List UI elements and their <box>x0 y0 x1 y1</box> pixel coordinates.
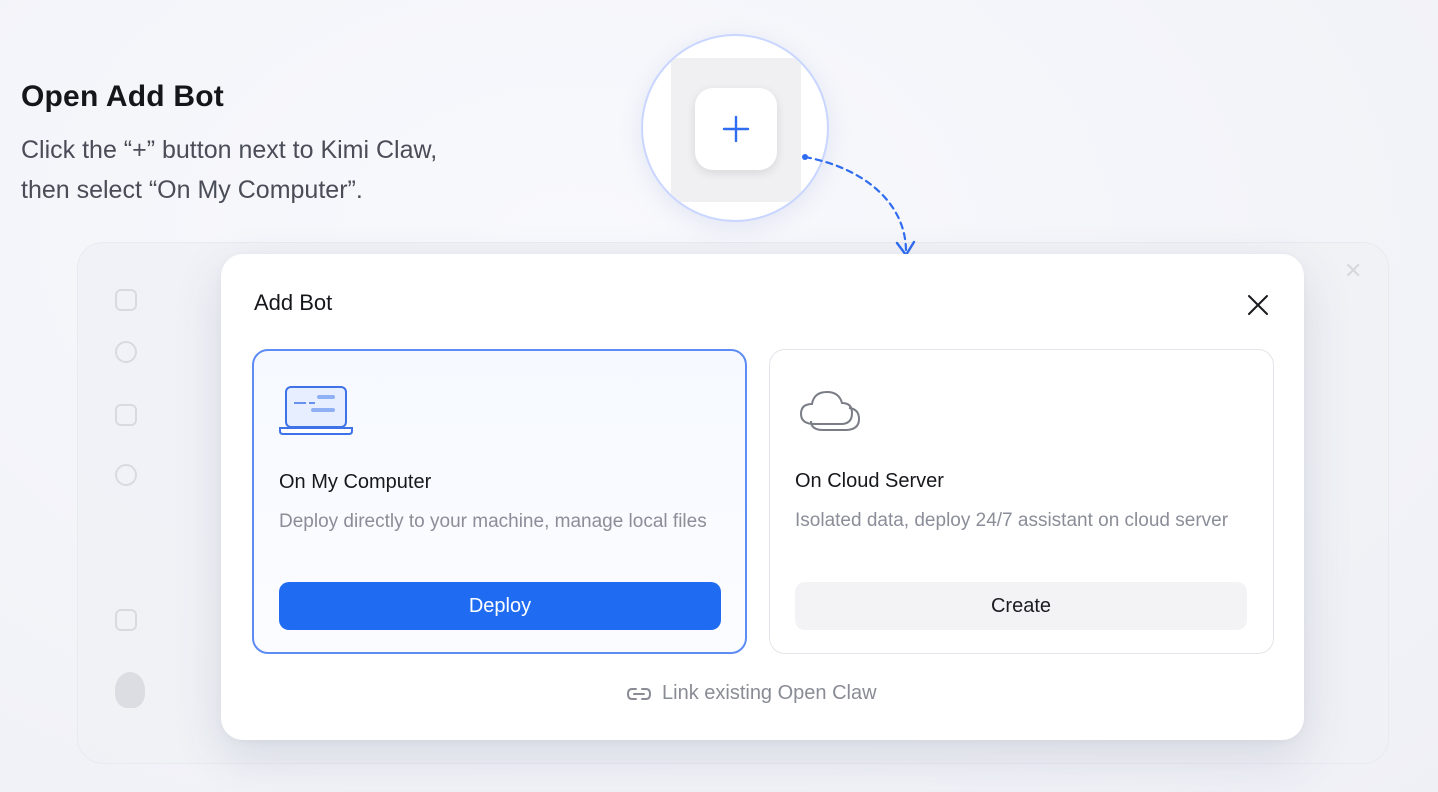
cloud-icon <box>795 384 867 441</box>
deploy-button[interactable]: Deploy <box>279 582 721 630</box>
link-label: Link existing Open Claw <box>662 682 877 704</box>
instruction-title: Open Add Bot <box>21 80 224 113</box>
ghost-sidebar-item <box>115 403 157 426</box>
card-title: On My Computer <box>279 471 432 493</box>
plus-icon <box>722 115 750 143</box>
card-description: Deploy directly to your machine, manage … <box>279 511 707 532</box>
tutorial-stage: Open Add Bot Click the “+” button next t… <box>0 0 1438 792</box>
instruction-description: Click the “+” button next to Kimi Claw, … <box>21 130 541 210</box>
card-title: On Cloud Server <box>795 470 944 492</box>
modal-title: Add Bot <box>254 290 333 315</box>
ghost-sidebar-item <box>115 340 157 363</box>
add-bot-plus-button[interactable] <box>695 88 777 170</box>
close-icon <box>1248 295 1268 315</box>
on-my-computer-card[interactable]: On My Computer Deploy directly to your m… <box>252 349 747 654</box>
add-bot-modal: Add Bot On My Computer Deploy directly t… <box>221 254 1304 740</box>
laptop-icon <box>279 385 355 442</box>
ghost-user-avatar <box>115 672 167 708</box>
ghost-sidebar-item <box>115 608 157 631</box>
close-button[interactable] <box>1243 290 1273 320</box>
on-cloud-server-card[interactable]: On Cloud Server Isolated data, deploy 24… <box>769 349 1274 654</box>
instruction-line-2: then select “On My Computer”. <box>21 176 363 204</box>
instruction-line-1: Click the “+” button next to Kimi Claw, <box>21 136 438 164</box>
background-close-icon: ✕ <box>1344 258 1363 283</box>
create-button[interactable]: Create <box>795 582 1247 630</box>
ghost-sidebar-item <box>115 288 157 311</box>
link-icon <box>626 687 652 700</box>
dashed-arrow-icon <box>802 154 916 257</box>
card-description: Isolated data, deploy 24/7 assistant on … <box>795 510 1229 531</box>
link-existing-open-claw[interactable]: Link existing Open Claw <box>626 682 877 705</box>
ghost-sidebar-item <box>115 463 157 486</box>
